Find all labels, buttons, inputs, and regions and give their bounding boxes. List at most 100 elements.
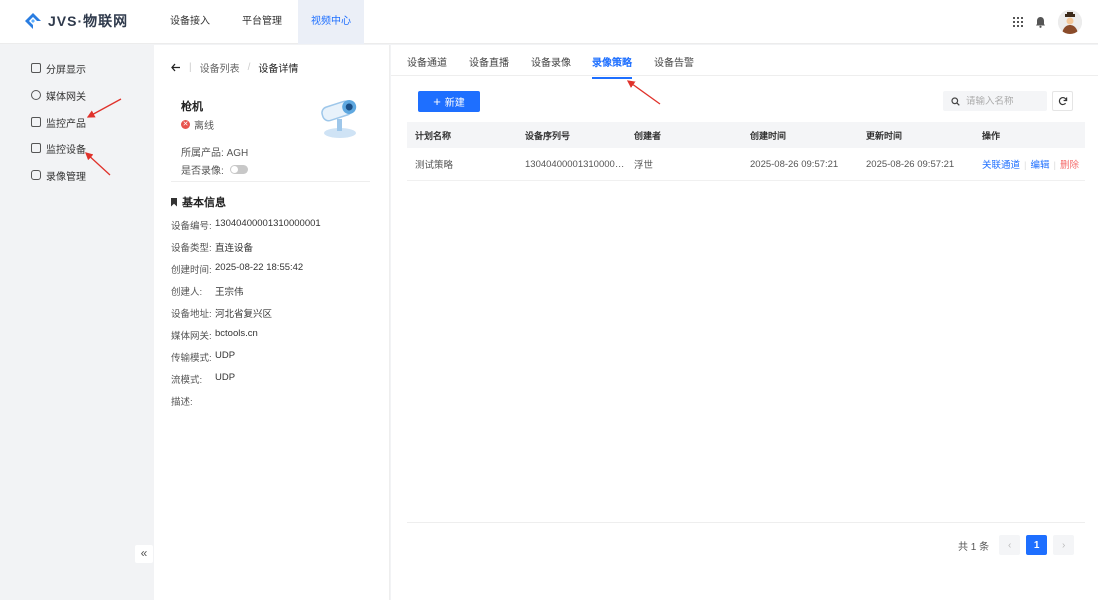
info-key: 流模式:: [171, 375, 203, 386]
table-header: 计划名称 设备序列号 创建者 创建时间 更新时间 操作: [407, 122, 1085, 148]
breadcrumb: | 设备列表 / 设备详情: [171, 60, 298, 75]
op-separator: |: [1024, 160, 1027, 171]
logo[interactable]: JVS·物联网: [24, 11, 128, 31]
breadcrumb-separator: /: [247, 62, 251, 73]
gateway-icon: [31, 90, 41, 100]
tab-device-live[interactable]: 设备直播: [469, 54, 509, 77]
top-right-tools: [1013, 10, 1082, 34]
info-value: 王宗伟: [215, 287, 244, 298]
tab-recording-policy[interactable]: 录像策略: [592, 54, 632, 79]
sidebar-item-label: 分屏显示: [46, 64, 86, 76]
cell-updated-time: 2025-08-26 09:57:21: [866, 158, 955, 170]
column-header: 设备序列号: [525, 130, 571, 141]
logo-icon: [25, 13, 41, 29]
split-screen-icon: [31, 63, 41, 73]
column-header: 操作: [982, 130, 1001, 141]
info-value: bctools.cn: [215, 328, 258, 339]
basic-info-title-text: 基本信息: [182, 197, 226, 209]
basic-info-title: 基本信息: [171, 194, 226, 210]
info-row: 传输模式: UDP: [171, 350, 235, 364]
column-header: 创建时间: [750, 130, 787, 141]
link-channel-button[interactable]: 关联通道: [982, 160, 1020, 171]
sidebar-item-split-screen[interactable]: 分屏显示: [31, 60, 86, 76]
info-key: 传输模式:: [171, 353, 212, 364]
info-value: 河北省复兴区: [215, 309, 273, 320]
sidebar-collapse-button[interactable]: «: [135, 545, 153, 563]
column-header: 更新时间: [866, 130, 903, 141]
info-value: 2025-08-22 18:55:42: [215, 262, 304, 273]
refresh-button[interactable]: [1052, 91, 1073, 111]
camera-icon: [321, 99, 357, 138]
video-record-icon: [31, 170, 41, 180]
sidebar-item-video-record[interactable]: 录像管理: [31, 167, 86, 183]
cell-operations: 关联通道 | 编辑 | 删除: [974, 157, 1085, 171]
plus-icon: +: [433, 93, 441, 109]
back-arrow-icon[interactable]: [171, 63, 181, 72]
device-record-label: 是否录像:: [181, 166, 224, 177]
table-row: 测试策略 13040400001310000001 浮世 2025-08-26 …: [407, 148, 1085, 181]
sidebar-item-media-gateway[interactable]: 媒体网关: [31, 87, 86, 103]
sidebar-item-label: 监控产品: [46, 118, 86, 130]
delete-button[interactable]: 删除: [1060, 160, 1079, 171]
cell-serial: 13040400001310000001: [525, 158, 626, 170]
table-bottom-divider: [407, 522, 1085, 523]
cell-plan-name: 测试策略: [415, 160, 454, 171]
info-row: 描述:: [171, 394, 215, 408]
device-detail-panel: | 设备列表 / 设备详情 枪机 ✕ 离线 所属产品: AGH 是否录像: 基本…: [154, 45, 390, 600]
search-input[interactable]: [966, 95, 1041, 107]
info-key: 创建人:: [171, 287, 203, 298]
record-toggle[interactable]: [229, 165, 248, 174]
device-product-label: 所属产品:: [181, 148, 224, 159]
edit-button[interactable]: 编辑: [1030, 160, 1049, 171]
info-key: 媒体网关:: [171, 331, 212, 342]
next-page-button[interactable]: ›: [1053, 535, 1075, 555]
pagination-total: 共 1 条: [958, 541, 990, 553]
nav-video-center[interactable]: 视频中心: [298, 0, 364, 44]
device-status-text: 离线: [194, 121, 214, 132]
info-key: 设备地址:: [171, 309, 212, 320]
pagination: 共 1 条 ‹ 1 ›: [958, 535, 1075, 555]
refresh-icon: [1058, 96, 1067, 106]
cell-creator: 浮世: [634, 160, 654, 171]
sidebar-item-label: 监控设备: [46, 144, 86, 156]
info-value: 直连设备: [215, 243, 254, 254]
prev-page-button[interactable]: ‹: [999, 535, 1021, 555]
device-record-setting: 是否录像:: [181, 162, 248, 177]
info-row: 设备地址: 河北省复兴区: [171, 306, 272, 320]
sidebar-item-label: 媒体网关: [46, 91, 86, 103]
column-header: 计划名称: [415, 130, 452, 141]
sidebar: 分屏显示 媒体网关 监控产品 监控设备 录像管理 «: [0, 45, 154, 600]
top-nav: 设备接入 平台管理 视频中心: [154, 0, 364, 44]
user-avatar[interactable]: [1058, 10, 1082, 34]
info-row: 流模式: UDP: [171, 372, 235, 386]
tab-device-alarm[interactable]: 设备告警: [654, 54, 694, 77]
info-value: UDP: [215, 372, 236, 383]
breadcrumb-device-list[interactable]: 设备列表: [200, 60, 240, 75]
nav-platform-manage[interactable]: 平台管理: [226, 0, 298, 44]
info-key: 创建时间:: [171, 265, 212, 276]
new-button[interactable]: + 新建: [418, 91, 480, 112]
info-row: 媒体网关: bctools.cn: [171, 328, 258, 342]
bell-icon[interactable]: [1035, 16, 1046, 28]
monitor-device-icon: [31, 143, 41, 153]
current-page-button[interactable]: 1: [1026, 535, 1048, 555]
cell-created-time: 2025-08-26 09:57:21: [750, 158, 839, 170]
sidebar-item-monitor-device[interactable]: 监控设备: [31, 140, 86, 156]
sidebar-item-label: 录像管理: [46, 171, 86, 183]
main-content: 设备通道 设备直播 设备录像 录像策略 设备告警 + 新建 计划名称 设备序列号…: [391, 45, 1098, 600]
nav-device-access[interactable]: 设备接入: [154, 0, 226, 44]
sidebar-item-monitor-product[interactable]: 监控产品: [31, 114, 86, 130]
info-row: 设备编号: 13040400001310000001: [171, 218, 321, 232]
offline-icon: ✕: [181, 120, 190, 129]
info-key: 设备类型:: [171, 243, 212, 254]
tab-device-recording[interactable]: 设备录像: [531, 54, 571, 77]
tab-device-channel[interactable]: 设备通道: [407, 54, 447, 77]
info-key: 描述:: [171, 397, 193, 408]
info-value: UDP: [215, 350, 236, 361]
info-key: 设备编号:: [171, 221, 212, 232]
logo-text: JVS·物联网: [48, 13, 129, 29]
top-bar: JVS·物联网 设备接入 平台管理 视频中心: [0, 0, 1098, 44]
apps-grid-icon[interactable]: [1013, 17, 1023, 27]
monitor-product-icon: [31, 117, 41, 127]
policy-table: 计划名称 设备序列号 创建者 创建时间 更新时间 操作 测试策略 1304040…: [407, 122, 1085, 181]
